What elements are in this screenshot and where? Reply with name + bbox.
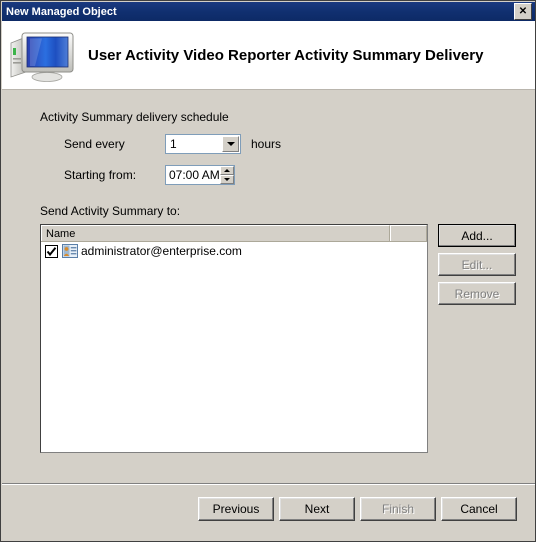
list-item[interactable]: administrator@enterprise.com	[41, 242, 427, 260]
starting-from-value: 07:00 AM	[169, 168, 220, 182]
user-contact-icon	[62, 243, 78, 259]
send-every-dropdown[interactable]: 1	[165, 134, 241, 154]
starting-from-time-input[interactable]: 07:00 AM	[165, 165, 235, 185]
starting-from-label: Starting from:	[64, 168, 137, 182]
recipients-listview[interactable]: Name administrator@enterprise.com	[40, 224, 428, 453]
column-header-extra[interactable]	[390, 225, 427, 241]
chevron-down-icon[interactable]	[222, 136, 239, 152]
recipient-name: administrator@enterprise.com	[81, 244, 242, 258]
dialog-body: Activity Summary delivery schedule Send …	[2, 90, 535, 541]
recipient-checkbox[interactable]	[45, 244, 58, 258]
close-icon[interactable]: ✕	[514, 3, 532, 20]
stepper-down-icon[interactable]	[219, 175, 234, 184]
finish-button: Finish	[360, 497, 436, 521]
edit-button: Edit...	[438, 253, 516, 276]
computer-monitor-icon	[8, 25, 80, 85]
stepper-up-icon[interactable]	[219, 166, 234, 175]
recipients-section-label: Send Activity Summary to:	[40, 204, 181, 218]
title-bar: New Managed Object ✕	[2, 2, 535, 21]
cancel-button[interactable]: Cancel	[441, 497, 517, 521]
hours-label: hours	[251, 137, 282, 151]
listview-header: Name	[41, 225, 427, 242]
dialog-footer: Previous Next Finish Cancel	[2, 485, 535, 541]
send-every-value: 1	[170, 137, 177, 151]
add-button[interactable]: Add...	[438, 224, 516, 247]
dialog-window: New Managed Object ✕ User Activity Video…	[0, 0, 536, 542]
next-button[interactable]: Next	[279, 497, 355, 521]
dialog-header: User Activity Video Reporter Activity Su…	[2, 21, 535, 90]
column-header-name[interactable]: Name	[41, 225, 390, 241]
send-every-label: Send every	[64, 137, 125, 151]
previous-button[interactable]: Previous	[198, 497, 274, 521]
page-title: User Activity Video Reporter Activity Su…	[88, 46, 484, 64]
remove-button: Remove	[438, 282, 516, 305]
window-title: New Managed Object	[6, 5, 117, 18]
schedule-group-label: Activity Summary delivery schedule	[40, 110, 229, 124]
title-bar-buttons: ✕	[514, 3, 535, 20]
time-stepper[interactable]	[219, 166, 234, 184]
